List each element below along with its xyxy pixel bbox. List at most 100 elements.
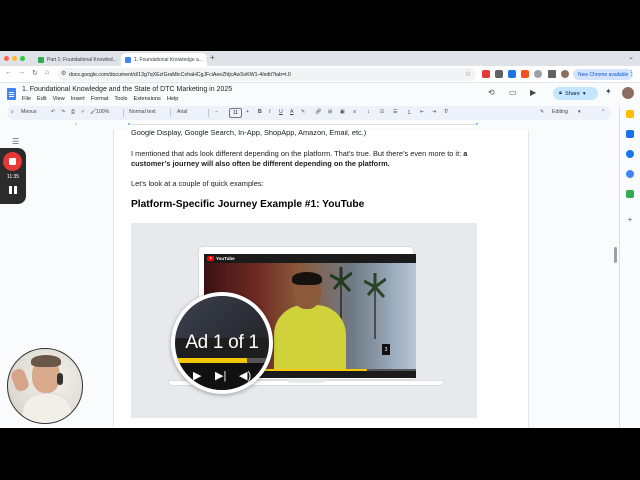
zoom-select[interactable]: 100% [96, 109, 109, 115]
search-menus-icon[interactable]: ⌕ [11, 109, 14, 116]
extension-puzzle-icon[interactable] [495, 70, 503, 78]
minimize-window-button[interactable] [12, 56, 17, 61]
redo-icon[interactable]: ↷ [61, 109, 65, 115]
keep-icon[interactable] [626, 110, 634, 118]
menu-view[interactable]: View [53, 96, 65, 102]
undo-icon[interactable]: ↶ [51, 109, 55, 115]
extensions-icon[interactable] [534, 70, 542, 78]
line-spacing-icon[interactable]: ↕ [367, 109, 370, 115]
collapse-toolbar-icon[interactable]: ⌃ [601, 109, 605, 115]
back-arrow-icon[interactable]: ← [5, 69, 12, 76]
align-icon[interactable]: ≡ [353, 109, 356, 115]
clear-formatting-icon[interactable]: T̸ [444, 109, 447, 115]
maps-icon[interactable] [626, 190, 634, 198]
recording-timer: 11:35 [6, 174, 20, 180]
checklist-icon[interactable]: ☑ [380, 109, 385, 115]
home-icon[interactable]: ⌂ [45, 69, 49, 76]
tab-search-chevron-icon[interactable]: ⌄ [628, 53, 634, 61]
menu-help[interactable]: Help [167, 96, 179, 102]
format-toolbar: ⌕ Menus ↶ ↷ ⎙ ✓ 🖌︎ 100% Normal text Aria… [7, 106, 611, 120]
embedded-image[interactable]: YouTube 3 Ad 1 of 1 ▶ ▶| ◀) [131, 223, 477, 418]
player-controls: ▶ ▶| ◀) [175, 363, 269, 390]
add-addon-icon[interactable]: + [626, 216, 634, 224]
document-page[interactable]: Google Display, Google Search, In-App, S… [113, 130, 529, 428]
menu-file[interactable]: File [22, 96, 31, 102]
laptop-notch [287, 380, 325, 383]
indent-decrease-icon[interactable]: ⇤ [420, 109, 424, 115]
tasks-icon[interactable] [626, 150, 634, 158]
divider [170, 109, 171, 117]
vertical-scrollbar[interactable] [613, 131, 618, 428]
new-chrome-available-button[interactable]: New Chrome available [573, 69, 634, 80]
presenter-hair [31, 355, 61, 367]
site-info-icon[interactable]: ⚙ [61, 70, 66, 77]
indent-increase-icon[interactable]: ⇥ [432, 109, 436, 115]
menu-format[interactable]: Format [91, 96, 109, 102]
forward-arrow-icon[interactable]: → [18, 69, 25, 76]
scrollbar-thumb[interactable] [614, 247, 617, 263]
close-tab-icon[interactable]: × [206, 57, 207, 63]
browser-menu-icon[interactable]: ⋮ [628, 69, 635, 77]
text-color-icon[interactable]: A [290, 109, 293, 115]
docs-logo-icon[interactable] [7, 88, 16, 100]
browser-toolbar: ← → ↻ ⌂ ⚙ docs.google.com/document/d/13g… [0, 66, 640, 83]
maximize-window-button[interactable] [20, 56, 25, 61]
history-icon[interactable]: ⟲ [488, 88, 495, 97]
menu-tools[interactable]: Tools [114, 96, 127, 102]
paragraph: I mentioned that ads look different depe… [131, 149, 481, 169]
decrease-font-icon[interactable]: − [215, 109, 218, 115]
pause-icon[interactable] [9, 186, 17, 194]
contacts-icon[interactable] [626, 170, 634, 178]
document-outline-icon[interactable]: ☰ [12, 137, 19, 146]
share-button[interactable]: 🔒︎ Share ▾ [553, 87, 598, 100]
menu-insert[interactable]: Insert [71, 96, 85, 102]
underline-icon[interactable]: U [279, 109, 283, 115]
print-icon[interactable]: ⎙ [71, 109, 75, 116]
font-size-input[interactable]: 11 [229, 108, 242, 118]
divider [208, 109, 209, 117]
menus-search[interactable]: Menus [21, 109, 37, 115]
document-title[interactable]: 1. Foundational Knowledge and the State … [22, 86, 232, 93]
webcam-bubble[interactable] [7, 348, 83, 424]
bookmark-star-icon[interactable]: ☆ [465, 70, 471, 78]
comments-icon[interactable]: ▭ [509, 88, 517, 97]
add-comment-icon[interactable]: ⊞ [328, 109, 332, 115]
menu-edit[interactable]: Edit [37, 96, 47, 102]
extension-record-icon[interactable] [482, 70, 490, 78]
profile-avatar[interactable] [561, 70, 569, 78]
font-select[interactable]: Arial [177, 109, 187, 115]
tab-foundational[interactable]: 1. Foundational Knowledge a... × [121, 53, 207, 66]
editing-mode-select[interactable]: Editing [552, 109, 568, 115]
share-label: Share [564, 90, 580, 97]
download-icon[interactable] [548, 70, 556, 78]
meet-icon[interactable]: ▶ [530, 88, 536, 97]
gemini-icon[interactable]: ✦ [605, 87, 612, 96]
bulleted-list-icon[interactable]: ☰ [393, 109, 398, 115]
bold-icon[interactable]: B [258, 109, 262, 115]
numbered-list-icon[interactable]: ⒈ [407, 109, 412, 116]
right-indent-marker-icon[interactable]: ▾ [476, 122, 478, 126]
highlight-icon[interactable]: ✎ [301, 109, 305, 115]
paragraph-style-select[interactable]: Normal text [129, 109, 156, 115]
stop-recording-button[interactable] [3, 152, 22, 171]
tab-strip: Part 1: Foundational Knowled... × 1. Fou… [0, 51, 640, 66]
insert-link-icon[interactable]: 🔗︎ [315, 109, 322, 115]
tab-part1[interactable]: Part 1: Foundational Knowled... × [34, 53, 120, 66]
extension-orange-icon[interactable] [521, 70, 529, 78]
spellcheck-icon[interactable]: ✓ [81, 109, 85, 115]
new-tab-button[interactable]: + [210, 53, 215, 62]
account-avatar[interactable] [621, 86, 635, 100]
reload-icon[interactable]: ↻ [32, 69, 38, 77]
increase-font-icon[interactable]: + [246, 109, 249, 115]
insert-image-icon[interactable]: ▣ [340, 109, 345, 115]
chevron-down-icon[interactable]: ▾ [578, 109, 581, 115]
paragraph: Let’s look at a couple of quick examples… [131, 179, 264, 188]
menu-extensions[interactable]: Extensions [133, 96, 160, 102]
close-window-button[interactable] [4, 56, 9, 61]
italic-icon[interactable]: I [269, 109, 270, 115]
edit-pencil-icon: ✎ [540, 109, 545, 115]
address-bar[interactable]: ⚙ docs.google.com/document/d/13g7qXEzIGr… [58, 68, 476, 81]
calendar-icon[interactable] [626, 130, 634, 138]
extension-blue-icon[interactable] [508, 70, 516, 78]
indent-marker-icon[interactable]: ▾ [128, 122, 130, 126]
